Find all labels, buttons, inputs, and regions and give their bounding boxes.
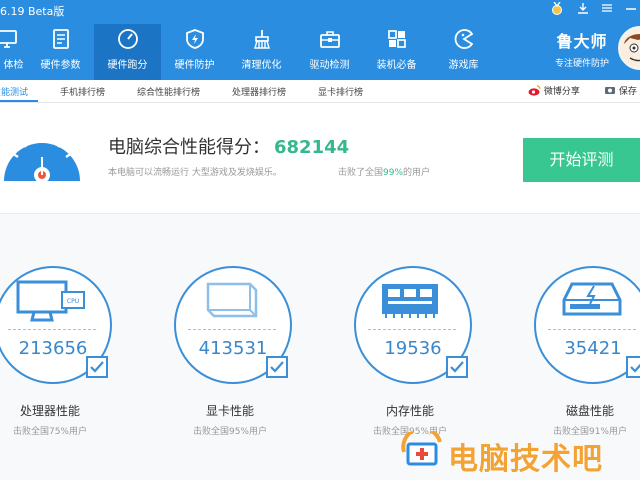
beat-prefix: 击败了全国 <box>338 168 384 178</box>
monitor-icon <box>0 30 17 48</box>
tab-cpu-ranking[interactable]: 处理器排行榜 <box>232 85 286 98</box>
download-icon[interactable] <box>574 2 592 18</box>
tab-gpu-ranking[interactable]: 显卡排行榜 <box>318 85 363 98</box>
window-title: 6.19 Beta版 <box>0 5 65 18</box>
nav-label: 装机必备 <box>376 60 417 71</box>
dashed-divider <box>548 329 636 330</box>
beat-percentage: 击败了全国99%的用户 <box>338 165 430 178</box>
shield-bolt-icon <box>185 29 204 49</box>
save-button[interactable]: 保存 <box>604 84 637 97</box>
brand-name: 鲁大师 <box>556 32 608 51</box>
cpu-beat: 击败全国75%用户 <box>12 427 87 437</box>
memory-checkbox[interactable] <box>446 356 468 378</box>
gpu-box-icon <box>206 282 258 318</box>
total-score: 682144 <box>274 137 350 158</box>
disk-score: 35421 <box>564 338 622 359</box>
pacman-icon <box>454 29 473 49</box>
score-heading: 电脑综合性能得分： 682144 <box>108 133 349 159</box>
score-label: 电脑综合性能得分： <box>108 137 270 158</box>
brand: 鲁大师 专注硬件防护 <box>548 28 616 69</box>
nav-benchmark[interactable]: 硬件跑分 <box>94 24 161 80</box>
nav-protection[interactable]: 硬件防护 <box>161 24 228 80</box>
watermark: 电脑技术吧 <box>400 430 640 477</box>
active-tab-indicator <box>0 100 38 102</box>
gpu-score-card[interactable]: 413531 <box>174 266 294 386</box>
brand-slogan: 专注硬件防护 <box>554 59 609 69</box>
memory-score-card[interactable]: 19536 <box>354 266 474 386</box>
weibo-icon <box>528 85 541 96</box>
nav-label: 驱动检测 <box>309 60 350 71</box>
dashed-divider <box>368 329 456 330</box>
nav-cleanup[interactable]: 清理优化 <box>228 24 295 80</box>
dashed-divider <box>188 329 276 330</box>
document-icon <box>52 29 69 49</box>
start-benchmark-button[interactable]: 开始评测 <box>523 138 640 182</box>
broom-icon <box>253 30 270 49</box>
memory-label: 内存性能 <box>385 404 434 418</box>
avatar[interactable] <box>618 26 640 70</box>
cpu-label: 处理器性能 <box>19 404 80 418</box>
apps-grid-icon <box>387 30 406 48</box>
cpu-computer-icon: CPU <box>16 280 85 322</box>
nav-label: 硬件跑分 <box>107 60 148 71</box>
nav-label: 硬件防护 <box>174 60 215 71</box>
check-icon <box>630 363 640 373</box>
speedometer-icon <box>117 29 138 49</box>
score-panel: 电脑综合性能得分： 682144 本电脑可以流畅运行 大型游戏及发烧娱乐。 击败了… <box>0 103 640 214</box>
gpu-label: 显卡性能 <box>205 404 254 418</box>
save-label: 保存 <box>618 87 637 97</box>
check-icon <box>90 361 104 373</box>
tab-phone-ranking[interactable]: 手机排行榜 <box>60 85 105 98</box>
cpu-score-card[interactable]: CPU 213656 <box>0 266 114 386</box>
gpu-checkbox[interactable] <box>266 356 288 378</box>
beat-suffix: 的用户 <box>403 168 431 178</box>
top-bar: 6.19 Beta版 体检 硬件参数 硬件跑分 硬件防护 清理优化 驱动检测 装… <box>0 0 640 80</box>
nav-hardware-params[interactable]: 硬件参数 <box>27 24 94 80</box>
gpu-beat: 击败全国95%用户 <box>192 427 267 437</box>
mascot-icon <box>620 28 640 68</box>
weibo-share-label: 微博分享 <box>543 87 580 97</box>
performance-gauge-icon <box>4 135 80 183</box>
tab-performance-test[interactable]: 性能测试 <box>0 85 28 98</box>
toolbox-icon <box>319 31 340 48</box>
nav-label: 游戏库 <box>448 60 479 71</box>
nav-label: 硬件参数 <box>40 60 81 71</box>
nav-label: 清理优化 <box>241 60 282 71</box>
beat-pct: 99% <box>383 168 404 178</box>
nav-game-library[interactable]: 游戏库 <box>430 24 497 80</box>
disk-score-card[interactable]: 35421 <box>534 266 640 386</box>
medal-icon[interactable] <box>548 1 566 20</box>
camera-icon <box>605 87 615 94</box>
sub-tab-bar: 性能测试 手机排行榜 综合性能排行榜 处理器排行榜 显卡排行榜 微博分享 保存 <box>0 80 640 103</box>
watermark-logo-icon <box>401 432 442 466</box>
nav-essentials[interactable]: 装机必备 <box>363 24 430 80</box>
memory-chip-icon <box>382 284 438 318</box>
svg-text:CPU: CPU <box>67 298 79 305</box>
check-icon <box>270 361 284 373</box>
dashed-divider <box>8 329 96 330</box>
weibo-share-button[interactable]: 微博分享 <box>528 84 580 97</box>
check-icon <box>450 361 464 373</box>
watermark-text: 电脑技术吧 <box>448 442 603 477</box>
disk-checkbox[interactable] <box>626 356 640 378</box>
tab-overall-ranking[interactable]: 综合性能排行榜 <box>137 85 200 98</box>
disk-drive-icon <box>562 282 622 316</box>
minimize-icon[interactable] <box>622 2 640 18</box>
menu-icon[interactable] <box>598 2 616 18</box>
score-description: 本电脑可以流畅运行 大型游戏及发烧娱乐。 <box>108 168 282 178</box>
disk-label: 磁盘性能 <box>565 404 614 418</box>
cpu-checkbox[interactable] <box>86 356 108 378</box>
nav-driver[interactable]: 驱动检测 <box>296 24 363 80</box>
